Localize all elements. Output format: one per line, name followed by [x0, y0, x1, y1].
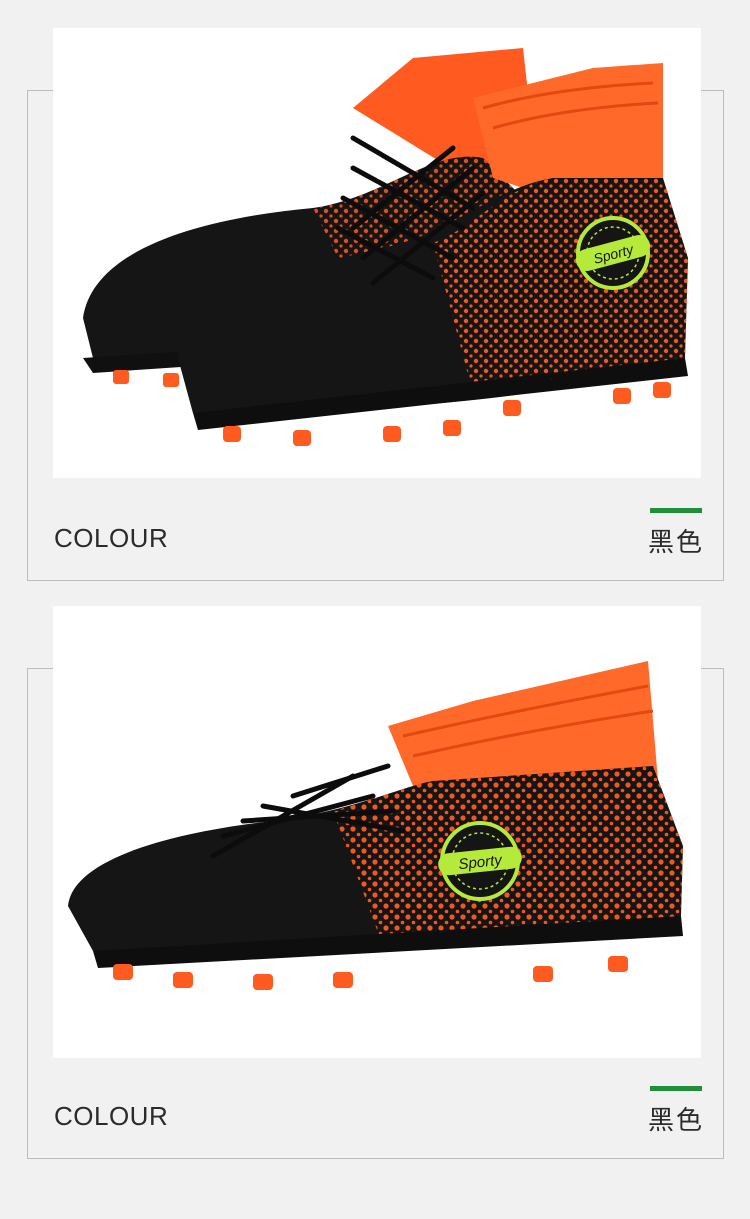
- single-shoe: Sporty: [68, 661, 683, 990]
- colour-name: 黑色: [648, 528, 705, 558]
- sporty-logo: Sporty: [575, 216, 651, 290]
- product-colour-panel-1: Sporty COLOUR 黑色: [0, 0, 750, 581]
- cleats-pair-illustration: Sporty: [83, 48, 688, 446]
- accent-bar: [650, 508, 702, 513]
- colour-label: COLOUR: [54, 1101, 169, 1131]
- colour-label: COLOUR: [54, 523, 169, 553]
- product-photo-single: Sporty: [53, 606, 701, 1058]
- cleat-single-illustration: Sporty: [68, 661, 683, 990]
- product-photo-pair: Sporty: [53, 28, 701, 478]
- accent-bar: [650, 1086, 702, 1091]
- colour-name: 黑色: [648, 1106, 705, 1136]
- product-colour-panel-2: Sporty COLOUR 黑色: [0, 578, 750, 1159]
